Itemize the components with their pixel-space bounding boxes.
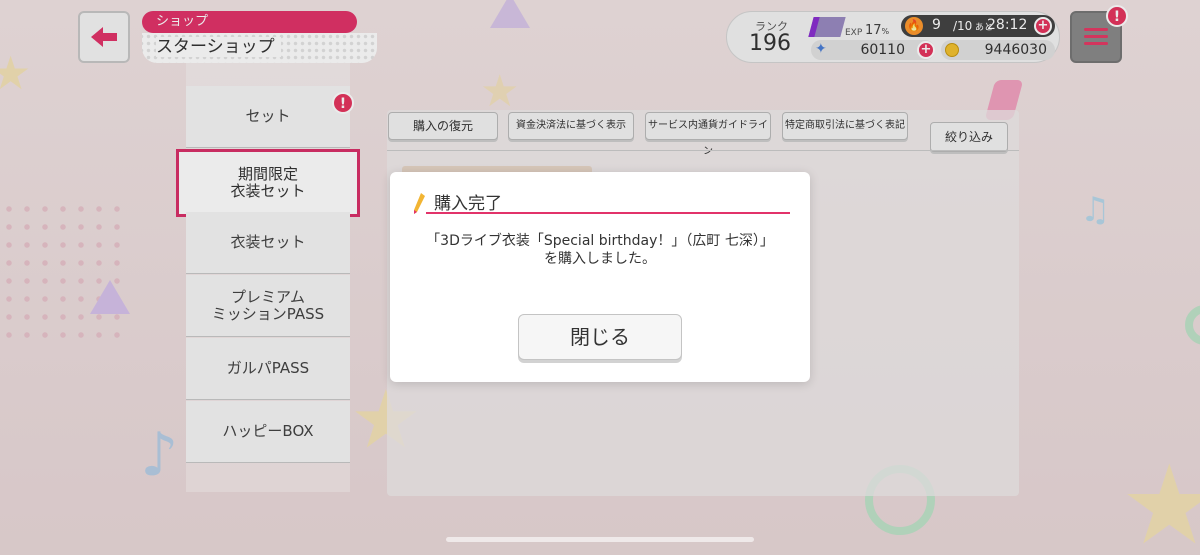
pen-icon (414, 193, 425, 214)
dialog-title: 購入完了 (434, 194, 502, 214)
home-indicator[interactable] (446, 537, 754, 542)
dialog-message: 「3Dライブ衣装「Special birthday！」（広町 七深）」 を購入し… (426, 233, 774, 267)
close-button[interactable]: 閉じる (518, 314, 682, 360)
purchase-complete-dialog: 購入完了 「3Dライブ衣装「Special birthday！」（広町 七深）」… (390, 172, 810, 382)
dialog-title-underline (426, 212, 790, 214)
